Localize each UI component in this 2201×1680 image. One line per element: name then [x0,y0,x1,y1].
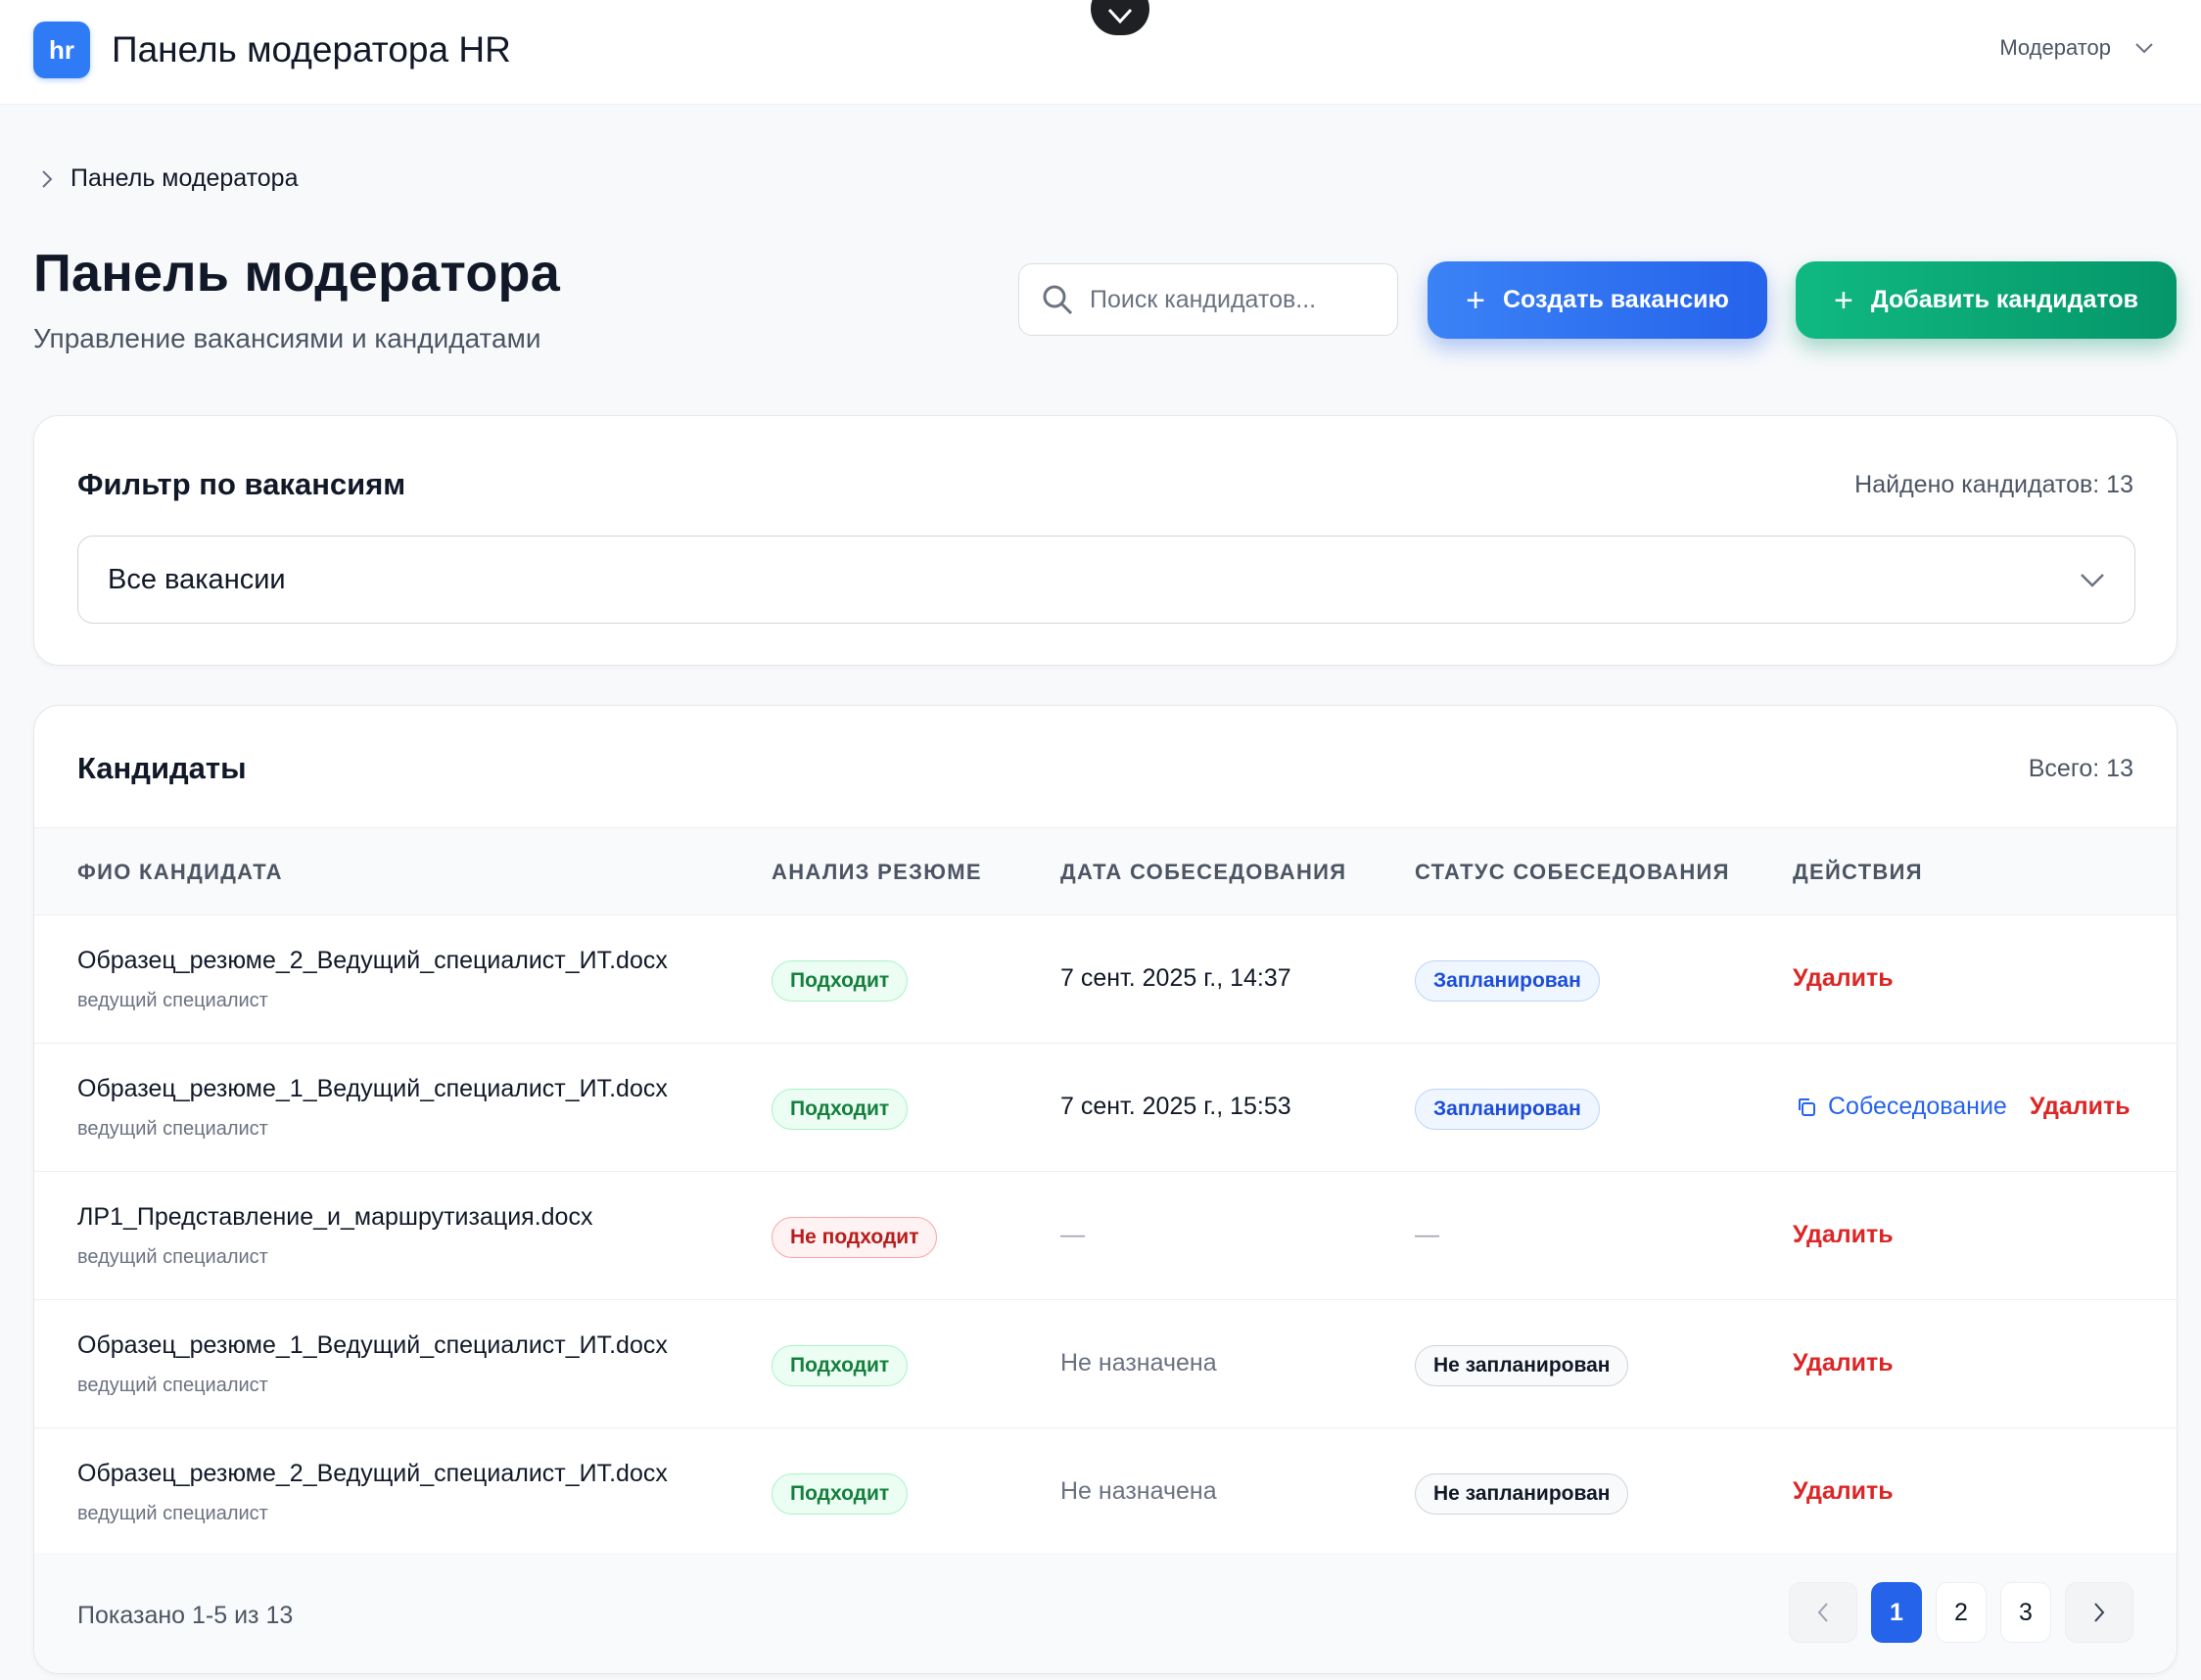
column-header-date: ДАТА СОБЕСЕДОВАНИЯ [1060,860,1347,884]
table-row: Образец_резюме_1_Ведущий_специалист_ИТ.d… [34,1300,2177,1428]
filter-title: Фильтр по вакансиям [77,467,406,501]
top-bar: hr Панель модератора HR Модератор [0,0,2201,105]
table-row: ЛР1_Представление_и_маршрутизация.docx в… [34,1172,2177,1300]
column-header-status: СТАТУС СОБЕСЕДОВАНИЯ [1415,860,1730,884]
candidate-role: ведущий специалист [77,1503,268,1524]
candidate-name: Образец_резюме_2_Ведущий_специалист_ИТ.d… [77,1460,668,1487]
create-vacancy-label: Создать вакансию [1503,286,1729,313]
search-icon [1043,285,1073,315]
app-title: Панель модератора HR [112,29,511,70]
delete-button[interactable]: Удалить [1793,964,1894,993]
delete-button[interactable]: Удалить [1793,1477,1894,1506]
delete-button[interactable]: Удалить [2030,1093,2131,1121]
vacancy-filter-card: Фильтр по вакансиям Найдено кандидатов: … [33,415,2178,666]
interview-date: Не назначена [1060,1349,1217,1377]
analysis-badge: Подходит [772,960,909,1002]
pagination-bar: Показано 1-5 из 13 1 2 3 [34,1553,2177,1673]
plus-icon: + [1466,281,1485,319]
chevron-left-icon [1817,1603,1828,1622]
page-title: Панель модератора [33,244,560,303]
status-badge: Запланирован [1415,1089,1600,1130]
table-row: Образец_резюме_2_Ведущий_специалист_ИТ.d… [34,1428,2177,1557]
analysis-badge: Подходит [772,1089,909,1130]
vacancy-select-value: Все вакансии [108,563,286,595]
candidate-role: ведущий специалист [77,990,268,1011]
candidate-name: ЛР1_Представление_и_маршрутизация.docx [77,1203,593,1231]
status-badge: Не запланирован [1415,1473,1629,1515]
copy-icon [1799,1097,1815,1116]
candidates-card: Кандидаты Всего: 13 ФИО КАНДИДАТА АНАЛИЗ… [33,705,2178,1674]
add-candidates-label: Добавить кандидатов [1870,286,2138,313]
candidates-title: Кандидаты [77,751,247,785]
role-dropdown[interactable]: Модератор [1999,35,2156,61]
found-count: Найдено кандидатов: 13 [1854,471,2133,498]
prev-page-button[interactable] [1789,1582,1857,1643]
table-header: ФИО КАНДИДАТА АНАЛИЗ РЕЗЮМЕ ДАТА СОБЕСЕД… [34,827,2177,915]
chevron-down-icon [1107,8,1133,23]
search-box[interactable] [1018,263,1398,336]
column-header-actions: ДЕЙСТВИЯ [1793,860,1923,884]
pagination: 1 2 3 [1789,1582,2133,1643]
create-vacancy-button[interactable]: + Создать вакансию [1428,261,1767,339]
interview-date: 7 сент. 2025 г., 15:53 [1060,1093,1291,1120]
delete-button[interactable]: Удалить [1793,1221,1894,1249]
chevron-down-icon [2135,43,2153,54]
app-logo: hr [33,22,90,78]
candidate-name: Образец_резюме_1_Ведущий_специалист_ИТ.d… [77,1331,668,1359]
page-button-2[interactable]: 2 [1936,1582,1987,1643]
analysis-badge: Подходит [772,1473,909,1515]
shown-range: Показано 1-5 из 13 [77,1602,294,1629]
role-label: Модератор [1999,35,2111,60]
interview-label: Собеседование [1828,1093,2007,1120]
column-header-name: ФИО КАНДИДАТА [77,860,283,884]
breadcrumb: Панель модератора [39,164,298,193]
column-header-analysis: АНАЛИЗ РЕЗЮМЕ [772,860,982,884]
page-button-3[interactable]: 3 [2000,1582,2051,1643]
vacancy-select[interactable]: Все вакансии [77,536,2135,624]
analysis-badge: Не подходит [772,1217,938,1258]
interview-status: — [1415,1221,1439,1248]
interview-date: — [1060,1221,1085,1248]
candidates-total: Всего: 13 [2028,755,2133,782]
logo-text: hr [49,34,74,65]
interview-button[interactable]: Собеседование [1795,1093,2007,1121]
interview-date: 7 сент. 2025 г., 14:37 [1060,964,1291,992]
table-row: Образец_резюме_2_Ведущий_специалист_ИТ.d… [34,915,2177,1044]
chevron-down-icon [2081,574,2104,587]
devtools-toggle-button[interactable] [1091,0,1149,35]
candidate-role: ведущий специалист [77,1375,268,1396]
interview-date: Не назначена [1060,1477,1217,1505]
search-input[interactable] [1090,285,1374,314]
status-badge: Не запланирован [1415,1345,1629,1386]
table-row: Образец_резюме_1_Ведущий_специалист_ИТ.d… [34,1044,2177,1172]
add-candidates-button[interactable]: + Добавить кандидатов [1796,261,2177,339]
chevron-right-icon [2094,1603,2105,1622]
next-page-button[interactable] [2065,1582,2133,1643]
candidates-header: Кандидаты Всего: 13 [34,706,2177,827]
breadcrumb-current[interactable]: Панель модератора [70,164,298,193]
candidate-role: ведущий специалист [77,1118,268,1140]
analysis-badge: Подходит [772,1345,909,1386]
page-subtitle: Управление вакансиями и кандидатами [33,323,541,353]
candidate-name: Образец_резюме_1_Ведущий_специалист_ИТ.d… [77,1075,668,1102]
delete-button[interactable]: Удалить [1793,1349,1894,1377]
status-badge: Запланирован [1415,960,1600,1002]
page-button-1[interactable]: 1 [1871,1582,1922,1643]
candidate-name: Образец_резюме_2_Ведущий_специалист_ИТ.d… [77,947,668,974]
plus-icon: + [1834,281,1853,319]
chevron-right-icon [42,169,53,188]
candidate-role: ведущий специалист [77,1246,268,1268]
